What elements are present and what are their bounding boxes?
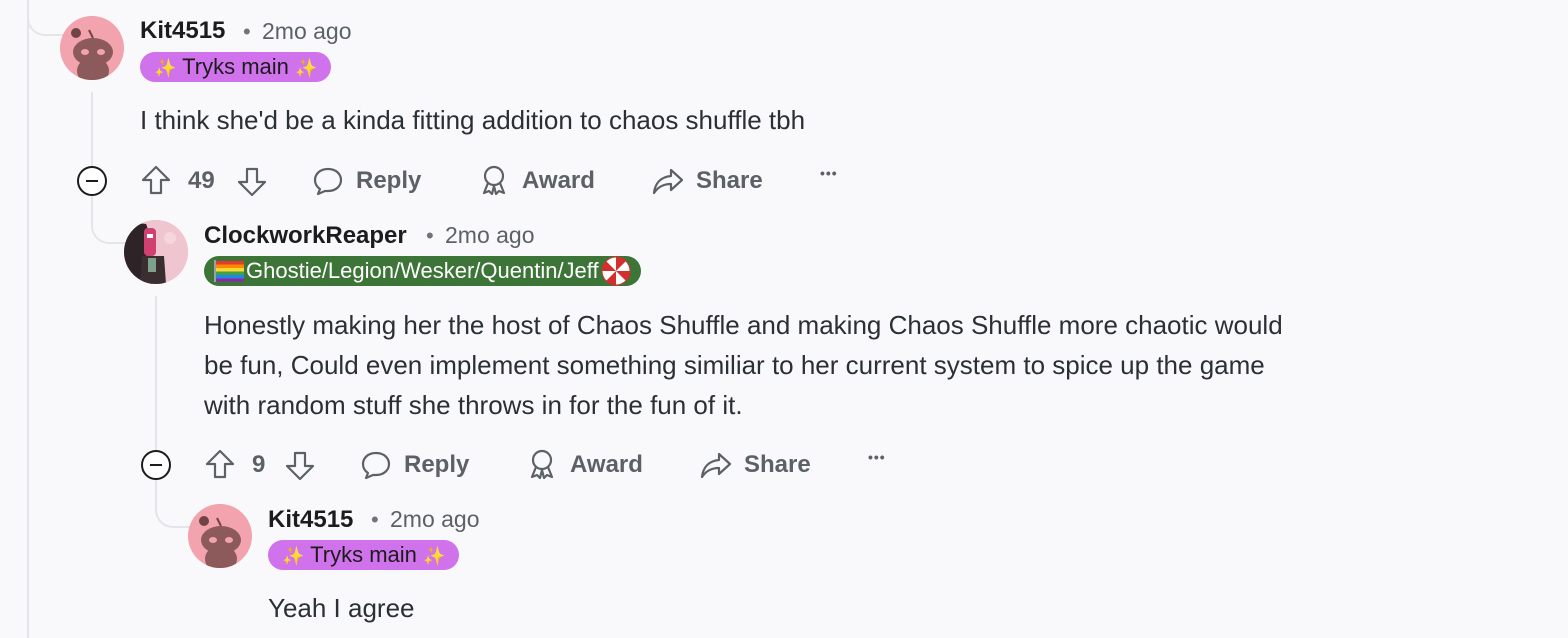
reply-icon[interactable]	[360, 449, 392, 481]
vote-count: 49	[188, 167, 215, 194]
flair-text: Tryks main	[182, 54, 289, 79]
upvote-icon[interactable]	[140, 164, 172, 196]
comment-body-line: Honestly making her the host of Chaos Sh…	[204, 310, 1283, 340]
share-icon[interactable]	[699, 449, 733, 481]
award-button[interactable]: Award	[570, 451, 643, 479]
username[interactable]: ClockworkReaper	[204, 222, 407, 250]
downvote-icon[interactable]	[236, 166, 268, 198]
snoo-avatar-icon	[199, 516, 241, 568]
comment-body: Honestly making her the host of Chaos Sh…	[204, 305, 1464, 425]
thread-line-level2	[155, 296, 157, 450]
custom-avatar-icon	[124, 220, 188, 284]
timestamp[interactable]: 2mo ago	[390, 506, 480, 533]
user-flair: Ghostie/Legion/Wesker/Quentin/Jeff	[204, 256, 641, 286]
thread-connector-level2	[155, 480, 191, 528]
vote-count: 9	[252, 451, 266, 478]
user-flair: ✨ Tryks main ✨	[268, 540, 460, 570]
separator-dot: •	[243, 19, 251, 44]
reply-button[interactable]: Reply	[404, 451, 469, 479]
share-button[interactable]: Share	[696, 167, 763, 195]
separator-dot: •	[426, 223, 434, 248]
rainbow-flag-icon	[214, 260, 244, 282]
downvote-icon[interactable]	[284, 450, 316, 482]
upvote-icon[interactable]	[204, 448, 236, 480]
award-icon[interactable]	[478, 164, 510, 196]
umbrella-logo-icon	[601, 256, 631, 286]
snoo-avatar-icon	[71, 28, 113, 80]
reply-button[interactable]: Reply	[356, 167, 421, 195]
share-button[interactable]: Share	[744, 451, 811, 479]
sparkle-icon: ✨	[295, 58, 318, 78]
sparkle-icon: ✨	[154, 58, 177, 78]
timestamp[interactable]: 2mo ago	[445, 222, 535, 249]
share-icon[interactable]	[651, 165, 685, 197]
sparkle-icon: ✨	[282, 546, 305, 566]
reply-icon[interactable]	[312, 165, 344, 197]
flair-text: Ghostie/Legion/Wesker/Quentin/Jeff	[246, 258, 599, 283]
separator-dot: •	[371, 507, 379, 532]
comment-body-line: be fun, Could even implement something s…	[204, 350, 1265, 380]
collapse-thread-button[interactable]	[77, 166, 107, 196]
sparkle-icon: ✨	[423, 546, 446, 566]
avatar[interactable]	[60, 16, 124, 80]
avatar[interactable]	[188, 504, 252, 568]
thread-connector-top	[27, 0, 63, 36]
award-button[interactable]: Award	[522, 167, 595, 195]
more-options-button[interactable]: •••	[820, 165, 838, 181]
flair-text: Tryks main	[310, 542, 417, 567]
username[interactable]: Kit4515	[140, 17, 225, 45]
user-flair: ✨ Tryks main ✨	[140, 52, 332, 82]
comment-body: Yeah I agree	[268, 593, 415, 623]
more-options-button[interactable]: •••	[868, 449, 886, 465]
comment-body-line: with random stuff she throws in for the …	[204, 390, 743, 420]
thread-line-outer	[27, 0, 29, 638]
comment-body: I think she'd be a kinda fitting additio…	[140, 105, 806, 135]
thread-line-level1	[91, 92, 93, 166]
username[interactable]: Kit4515	[268, 506, 353, 534]
avatar[interactable]	[124, 220, 188, 284]
timestamp[interactable]: 2mo ago	[262, 18, 352, 45]
award-icon[interactable]	[526, 448, 558, 480]
collapse-thread-button[interactable]	[141, 450, 171, 480]
thread-connector-level1	[91, 196, 127, 244]
